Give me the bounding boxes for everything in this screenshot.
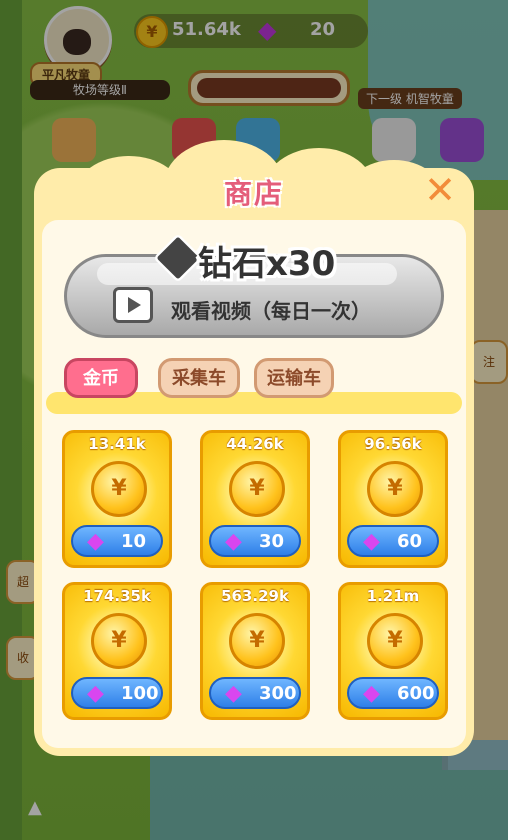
tab-coins[interactable]: 金币 bbox=[64, 358, 138, 398]
buy-button[interactable]: ◆ 600 bbox=[347, 677, 439, 709]
gem-icon: ◆ bbox=[87, 529, 104, 554]
coin-amount: 1.21m bbox=[366, 587, 420, 605]
coin-pack-item[interactable]: 1.21m ¥ ◆ 600 bbox=[338, 582, 448, 720]
coin-amount: 174.35k bbox=[83, 587, 151, 605]
gold-coin-icon: ¥ bbox=[367, 613, 423, 669]
gem-icon: ◆ bbox=[225, 529, 242, 554]
gem-price: 30 bbox=[259, 531, 285, 552]
gold-coin-icon: ¥ bbox=[91, 461, 147, 517]
gold-coin-icon: ¥ bbox=[367, 461, 423, 517]
tab-transport-truck[interactable]: 运输车 bbox=[254, 358, 334, 398]
gem-icon: ◆ bbox=[363, 681, 380, 706]
tab-collector-truck[interactable]: 采集车 bbox=[158, 358, 240, 398]
buy-button[interactable]: ◆ 60 bbox=[347, 525, 439, 557]
gem-price: 600 bbox=[397, 683, 435, 704]
coin-amount: 44.26k bbox=[226, 435, 284, 453]
shop-modal: 商店 ✕ 观看视频（每日一次） 钻石x30 金币 采集车 运输车 13.41k … bbox=[34, 140, 474, 756]
video-reward-label: 钻石x30 bbox=[198, 244, 336, 284]
video-play-icon bbox=[113, 287, 153, 323]
gold-coin-icon: ¥ bbox=[91, 613, 147, 669]
watch-video-label: 观看视频（每日一次） bbox=[171, 299, 371, 323]
coin-pack-item[interactable]: 44.26k ¥ ◆ 30 bbox=[200, 430, 310, 568]
shop-title: 商店 bbox=[223, 177, 284, 210]
gem-icon: ◆ bbox=[363, 529, 380, 554]
gem-price: 60 bbox=[397, 531, 423, 552]
gem-icon: ◆ bbox=[225, 681, 242, 706]
gold-coin-icon: ¥ bbox=[229, 461, 285, 517]
buy-button[interactable]: ◆ 100 bbox=[71, 677, 163, 709]
gem-price: 10 bbox=[121, 531, 147, 552]
gem-price: 300 bbox=[259, 683, 297, 704]
gem-icon: ◆ bbox=[87, 681, 104, 706]
gold-coin-icon: ¥ bbox=[229, 613, 285, 669]
coin-pack-item[interactable]: 13.41k ¥ ◆ 10 bbox=[62, 430, 172, 568]
buy-button[interactable]: ◆ 10 bbox=[71, 525, 163, 557]
buy-button[interactable]: ◆ 300 bbox=[209, 677, 301, 709]
coin-amount: 563.29k bbox=[221, 587, 289, 605]
coin-pack-item[interactable]: 96.56k ¥ ◆ 60 bbox=[338, 430, 448, 568]
close-button[interactable]: ✕ bbox=[420, 170, 460, 210]
coin-amount: 96.56k bbox=[364, 435, 422, 453]
gem-price: 100 bbox=[121, 683, 159, 704]
coin-pack-item[interactable]: 174.35k ¥ ◆ 100 bbox=[62, 582, 172, 720]
coin-pack-item[interactable]: 563.29k ¥ ◆ 300 bbox=[200, 582, 310, 720]
coin-amount: 13.41k bbox=[88, 435, 146, 453]
close-icon: ✕ bbox=[424, 168, 456, 212]
buy-button[interactable]: ◆ 30 bbox=[209, 525, 301, 557]
